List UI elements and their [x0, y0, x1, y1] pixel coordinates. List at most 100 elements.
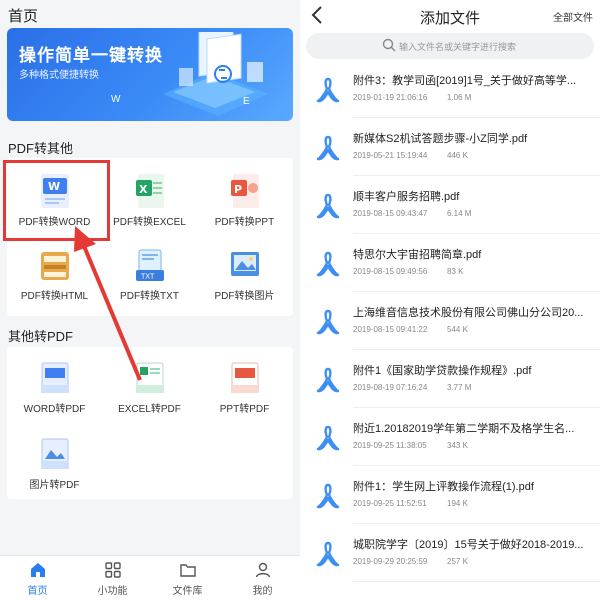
all-files-button[interactable]: 全部文件	[553, 9, 593, 24]
file-name: 附件3：教学司函[2019]1号_关于做好高等学...	[353, 75, 577, 87]
file-date: 2019-05-21 15:19:44	[353, 151, 428, 160]
excel-to-pdf-icon	[135, 362, 164, 393]
pdf-file-icon	[316, 193, 340, 219]
txt-doc-icon: TXT	[135, 249, 164, 281]
file-date: 2019-01-19 21:06:16	[353, 93, 428, 102]
image-to-pdf-icon	[40, 438, 69, 469]
banner-subtitle: 多种格式便捷转换	[19, 70, 99, 81]
promo-banner[interactable]: 操作简单一键转换 多种格式便捷转换 W E	[7, 28, 293, 121]
file-row[interactable]: 新媒体S2机试答题步骤-小Z同学.pdf 2019-05-21 15:19:44 4…	[300, 120, 600, 176]
svg-text:X: X	[139, 183, 148, 196]
file-row[interactable]: 城职院学字〔2019〕15号关于做好2018-2019... 2019-09-29…	[300, 526, 600, 582]
banner-letter-w: W	[111, 94, 121, 105]
tab-label: 我的	[252, 586, 273, 597]
divider	[353, 291, 600, 292]
pdf-file-icon	[316, 483, 340, 509]
file-size: 194 K	[447, 499, 468, 508]
divider	[353, 175, 600, 176]
section-title-other-to-pdf: 其他转PDF	[8, 329, 74, 344]
svg-text:P: P	[234, 183, 242, 196]
file-size: 6.14 M	[447, 209, 472, 218]
tab-label: 首页	[27, 586, 48, 597]
file-date: 2019-08-15 09:49:56	[353, 267, 428, 276]
search-input[interactable]: 输入文件名或关键字进行搜索	[306, 33, 594, 59]
divider	[353, 581, 600, 582]
tab-tools[interactable]: 小功能	[75, 556, 150, 600]
divider	[353, 465, 600, 466]
file-size: 1.06 M	[447, 93, 472, 102]
file-row[interactable]: 附件3：教学司函[2019]1号_关于做好高等学... 2019-01-19 21…	[300, 62, 600, 118]
file-name: 城职院学字〔2019〕15号关于做好2018-2019...	[353, 539, 584, 551]
file-date: 2019-08-19 07:16:24	[353, 383, 428, 392]
file-row[interactable]: 特思尔大宇宙招聘简章.pdf 2019-08-15 09:49:56 83 K	[300, 236, 600, 292]
file-name: 新媒体S2机试答题步骤-小Z同学.pdf	[353, 133, 528, 145]
file-size: 544 K	[447, 325, 468, 334]
file-size: 3.77 M	[447, 383, 472, 392]
tool-image-to-pdf[interactable]: 图片转PDF	[7, 423, 102, 503]
image-doc-icon	[230, 252, 259, 276]
tab-profile[interactable]: 我的	[225, 556, 300, 600]
file-name: 附件1《国家助学贷款操作规程》.pdf	[353, 365, 532, 377]
tool-excel-to-pdf[interactable]: EXCEL转PDF	[102, 347, 197, 427]
tab-label: 小功能	[97, 586, 128, 597]
file-date: 2019-08-15 09:41:22	[353, 325, 428, 334]
divider	[353, 117, 600, 118]
tab-home[interactable]: 首页	[0, 556, 75, 600]
divider	[353, 407, 600, 408]
file-name: 顺丰客户服务招聘.pdf	[353, 191, 460, 203]
add-file-screen: 添加文件 全部文件 输入文件名或关键字进行搜索 附件3：教学司函[2019]1号…	[300, 0, 600, 600]
tab-label: 文件库	[172, 586, 203, 597]
tool-word-to-pdf[interactable]: WORD转PDF	[7, 347, 102, 427]
file-size: 257 K	[447, 557, 468, 566]
grid-icon	[104, 562, 121, 578]
file-date: 2019-09-25 11:52:51	[353, 499, 427, 508]
file-row[interactable]: 附件1：学生网上评教操作流程(1).pdf 2019-09-25 11:52:51…	[300, 468, 600, 524]
tool-label: 图片转PDF	[29, 480, 80, 491]
file-size: 343 K	[447, 441, 468, 450]
pdf-file-icon	[316, 251, 340, 277]
file-row[interactable]: 顺丰客户服务招聘.pdf 2019-08-15 09:43:47 6.14 M	[300, 178, 600, 234]
home-screen: 首页 操作简单一键转换 多种格式便捷转换 W E PDF转其他 W PDF转换W…	[0, 0, 300, 600]
banner-letter-e: E	[243, 96, 250, 107]
excel-doc-icon: X	[135, 174, 164, 208]
tool-pdf-to-image[interactable]: PDF转换图片	[197, 234, 292, 314]
search-placeholder: 输入文件名或关键字进行搜索	[399, 42, 517, 52]
pdf-file-icon	[316, 425, 340, 451]
divider	[353, 523, 600, 524]
word-to-pdf-icon	[40, 362, 69, 393]
tool-label: PDF转换EXCEL	[113, 217, 186, 228]
html-doc-icon	[40, 252, 69, 280]
divider	[353, 349, 600, 350]
home-icon	[30, 563, 45, 577]
tool-pdf-to-html[interactable]: PDF转换HTML	[7, 234, 102, 314]
file-name: 附件1：学生网上评教操作流程(1).pdf	[353, 481, 534, 493]
ppt-doc-icon: P	[230, 174, 259, 208]
tool-label: PDF转换TXT	[120, 291, 179, 302]
file-row[interactable]: 附件1《国家助学贷款操作规程》.pdf 2019-08-19 07:16:24 3.…	[300, 352, 600, 408]
tab-file-library[interactable]: 文件库	[150, 556, 225, 600]
file-date: 2019-09-29 20:25:59	[353, 557, 428, 566]
tool-label: PDF转换PPT	[214, 217, 275, 228]
pdf-file-icon	[316, 541, 340, 567]
user-icon	[255, 562, 270, 578]
pdf-file-icon	[316, 77, 340, 103]
svg-text:TXT: TXT	[140, 273, 155, 281]
file-row[interactable]: 上海维音信息技术股份有限公司佛山分公司20... 2019-08-15 09:41…	[300, 294, 600, 350]
file-row[interactable]: 附近1.20182019学年第二学期不及格学生名... 2019-09-25 11…	[300, 410, 600, 466]
file-name: 附近1.20182019学年第二学期不及格学生名...	[353, 423, 575, 435]
file-name: 特思尔大宇宙招聘简章.pdf	[353, 249, 482, 261]
tool-pdf-to-ppt[interactable]: P PDF转换PPT	[197, 160, 292, 240]
tool-pdf-to-txt[interactable]: TXT PDF转换TXT	[102, 234, 197, 314]
folder-icon	[179, 564, 196, 577]
tool-ppt-to-pdf[interactable]: PPT转PDF	[197, 347, 292, 427]
file-name: 上海维音信息技术股份有限公司佛山分公司20...	[353, 307, 584, 319]
banner-title: 操作简单一键转换	[19, 46, 163, 65]
section-title-pdf-to-other: PDF转其他	[8, 141, 74, 156]
file-size: 446 K	[447, 151, 468, 160]
tool-pdf-to-excel[interactable]: X PDF转换EXCEL	[102, 160, 197, 240]
bottom-tab-bar: 首页 小功能 文件库 我的	[0, 555, 300, 600]
tool-label: PPT转PDF	[219, 404, 270, 415]
file-date: 2019-09-25 11:38:05	[353, 441, 427, 450]
pdf-file-icon	[316, 135, 340, 161]
file-size: 83 K	[447, 267, 464, 276]
